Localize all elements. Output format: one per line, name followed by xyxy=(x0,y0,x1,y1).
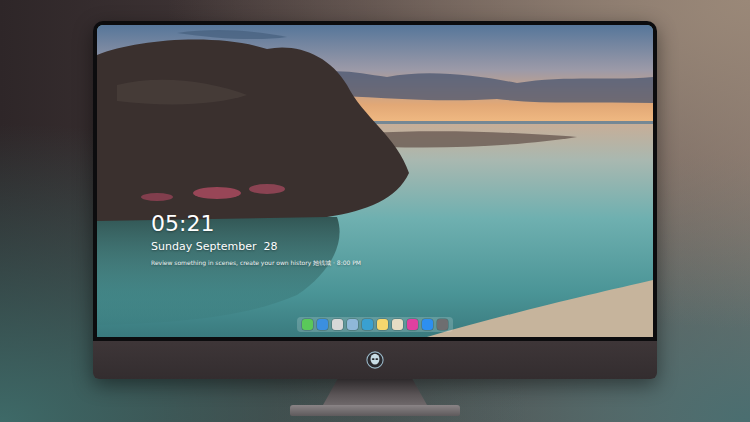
dock-app-icon[interactable] xyxy=(407,319,418,330)
monitor-base xyxy=(290,405,460,416)
lock-screen: 05:21 Sunday September 28 Review somethi… xyxy=(97,25,653,337)
desktop-mockup: 05:21 Sunday September 28 Review somethi… xyxy=(0,0,750,422)
dock-app-icon[interactable] xyxy=(362,319,373,330)
dock-app-icon[interactable] xyxy=(302,319,313,330)
dock-app-icon[interactable] xyxy=(392,319,403,330)
clock-time: 05:21 xyxy=(151,211,361,237)
dock-app-icon[interactable] xyxy=(317,319,328,330)
wallpaper xyxy=(97,25,653,337)
monitor-chin xyxy=(93,341,657,379)
dock xyxy=(297,317,453,332)
monitor-stand xyxy=(323,379,427,405)
monitor-bezel: 05:21 Sunday September 28 Review somethi… xyxy=(93,21,657,341)
dock-app-icon[interactable] xyxy=(347,319,358,330)
lock-info: 05:21 Sunday September 28 Review somethi… xyxy=(151,211,361,267)
lock-note: Review something in scenes, create your … xyxy=(151,259,361,267)
dock-app-icon[interactable] xyxy=(332,319,343,330)
dock-app-icon[interactable] xyxy=(422,319,433,330)
alien-logo-icon xyxy=(366,351,384,369)
clock-date: Sunday September 28 xyxy=(151,240,361,254)
dock-app-icon[interactable] xyxy=(437,319,448,330)
dock-app-icon[interactable] xyxy=(377,319,388,330)
monitor: 05:21 Sunday September 28 Review somethi… xyxy=(93,21,657,379)
